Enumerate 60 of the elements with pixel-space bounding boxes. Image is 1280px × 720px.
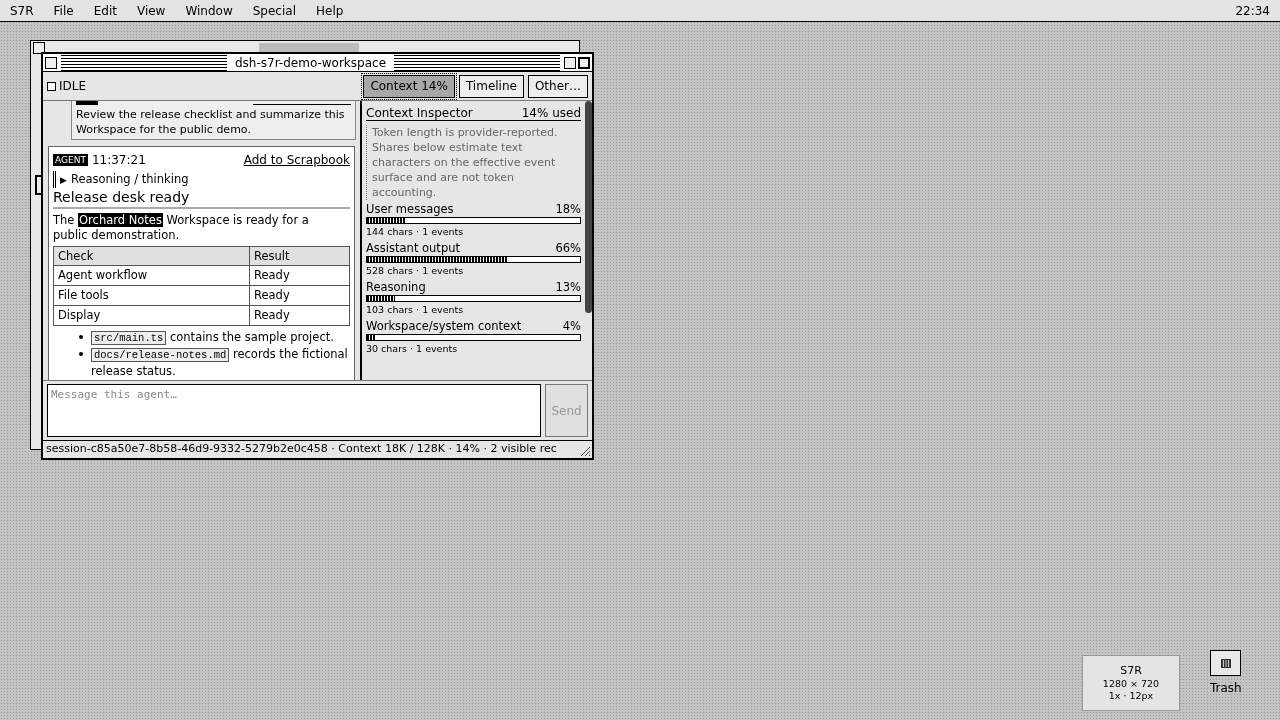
info-resolution: 1280 × 720 [1102,678,1160,690]
table-cell: Ready [249,305,350,326]
category-detail: 528 chars · 1 events [366,264,465,278]
status-checkbox[interactable] [47,81,56,91]
reasoning-toggle[interactable]: ▶ Reasoning / thinking [60,171,189,189]
close-box[interactable] [33,42,45,54]
inspector-note: Token length is provider-reported. Shares below estimate text characters on the effective event surface and are not token accounting. [366,125,581,200]
tab[interactable]: Other… [527,74,588,98]
bullet-icon [79,335,83,340]
bullet-text: docs/release-notes.md records the fictional release status. [91,346,349,380]
category-percent: 66% [555,242,581,255]
info-title: S7R [1120,664,1142,678]
table-cell: Ready [249,265,350,286]
agent-badge: AGENT [53,154,88,166]
menu-item[interactable]: Window [185,1,233,20]
category-name: Workspace/system context [366,320,522,333]
menu-item[interactable]: Edit [93,1,117,20]
window-title: dsh-s7r-demo-workspace [234,54,387,72]
app-menu[interactable]: S7R [10,1,34,20]
message-heading: Release desk ready [53,188,350,210]
table-cell: Ready [249,285,350,306]
tab[interactable]: Timeline [458,74,524,98]
column-header: Result [249,246,350,266]
menu-item[interactable]: Help [316,1,344,20]
user-badge [76,101,98,105]
column-header: Check [53,246,250,266]
usage-label: 14% used [521,106,581,120]
category-detail: 103 chars · 1 events [366,303,465,317]
add-to-scrapbook-link[interactable]: Add to Scrapbook [243,151,350,169]
collapse-box[interactable] [578,56,590,69]
category-name: User messages [366,203,454,216]
category-detail: 30 chars · 1 events [366,342,459,356]
category-name: Assistant output [366,242,460,255]
status-bar-text: session-c85a50e7-8b58-46d9-9332-5279b2e0c458 · Context 18K / 128K · 14% · 2 visible rec [46,441,557,458]
trash-icon[interactable] [1210,650,1242,676]
inspector-title: Context Inspector [366,106,473,120]
menu-item[interactable]: File [53,1,74,20]
table-cell: Agent workflow [53,265,250,286]
category-percent: 13% [555,281,581,294]
bullet-icon [79,352,83,357]
bullet-text: src/main.ts contains the sample project. [91,329,334,347]
message-text: Review the release checklist and summarize this Workspace for the public demo. [76,107,346,137]
table-cell: File tools [53,285,250,306]
menu-item[interactable]: View [136,1,166,20]
message-time: 11:37:21 [91,152,146,169]
zoom-box[interactable] [564,56,576,69]
menu-item[interactable]: Special [252,1,296,20]
category-name: Reasoning [366,281,426,294]
category-percent: 4% [562,320,581,333]
status-label: IDLE [59,78,87,95]
category-detail: 144 chars · 1 events [366,225,465,239]
trash-label: Trash [1210,680,1242,697]
category-percent: 18% [555,203,581,216]
tab[interactable]: Context 14% [363,74,455,98]
table-cell: Display [53,305,250,326]
resize-grip-icon[interactable] [579,445,591,457]
clock: 22:34 [1235,2,1270,20]
message-paragraph: The Orchard Notes Workspace is ready for a public demonstration. [53,213,310,244]
info-scale: 1x · 12px [1108,690,1154,702]
close-box[interactable] [45,56,57,69]
